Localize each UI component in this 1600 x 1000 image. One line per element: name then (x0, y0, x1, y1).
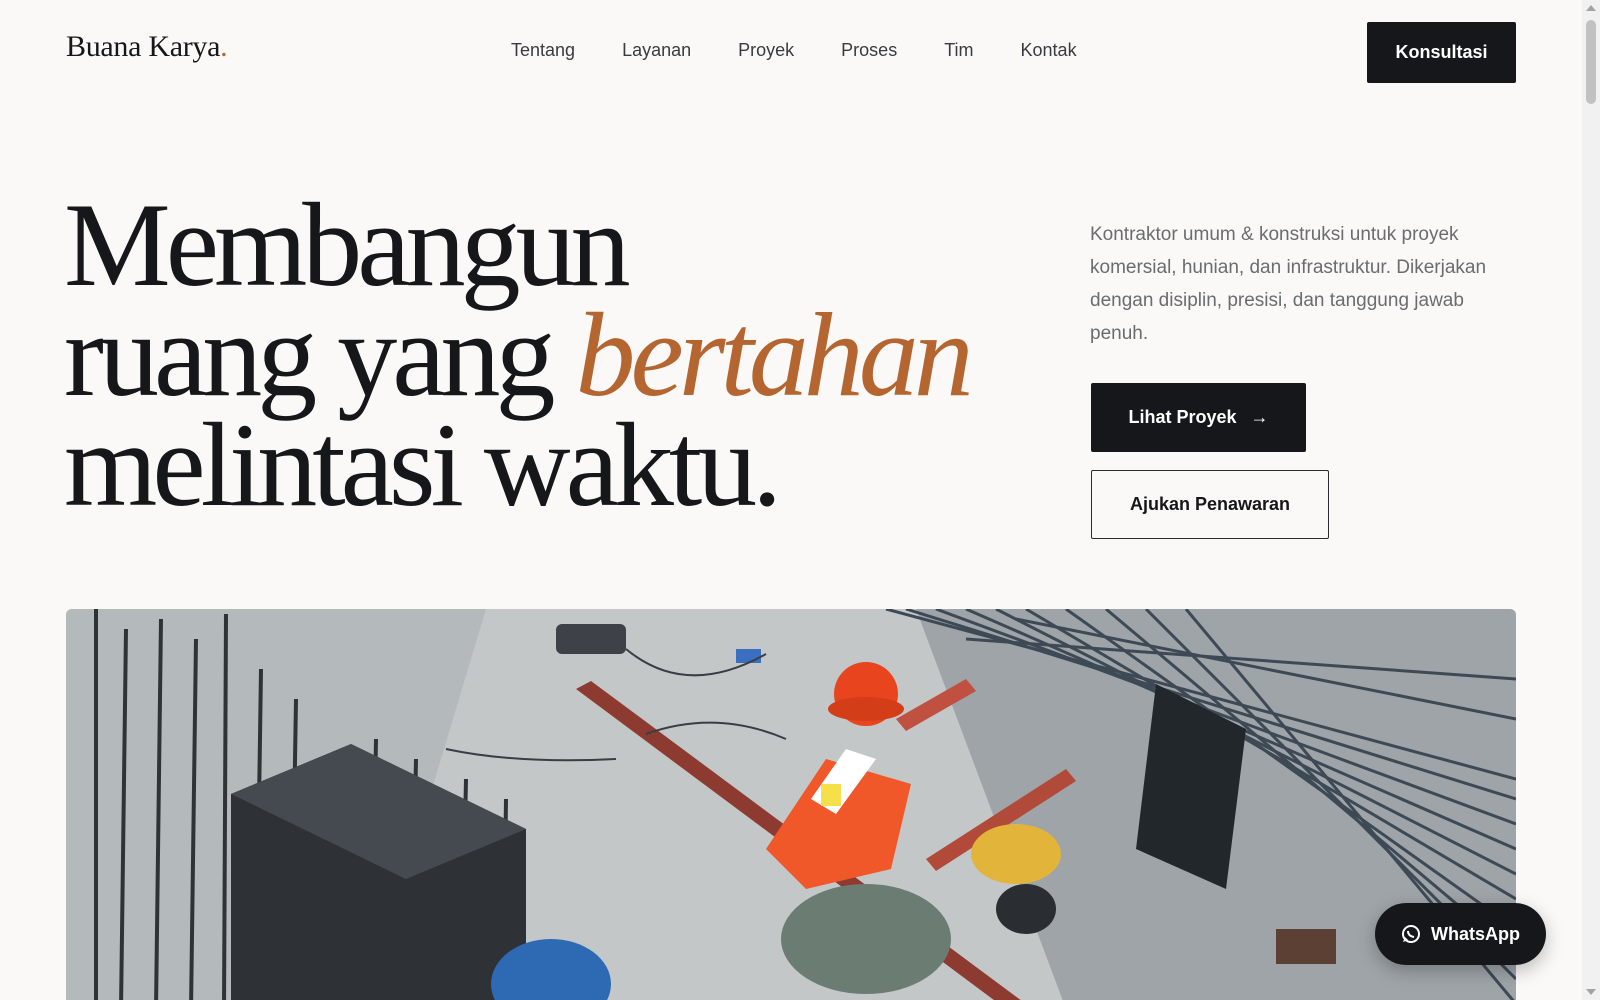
scroll-thumb[interactable] (1586, 20, 1596, 104)
consult-button[interactable]: Konsultasi (1367, 22, 1516, 83)
view-projects-label: Lihat Proyek (1128, 407, 1237, 427)
nav-item-layanan[interactable]: Layanan (622, 40, 691, 61)
logo-dot: . (220, 30, 228, 63)
whatsapp-label: WhatsApp (1431, 923, 1520, 944)
nav-item-tentang[interactable]: Tentang (511, 40, 575, 61)
whatsapp-icon (1402, 925, 1420, 943)
scroll-down-arrow-icon[interactable] (1586, 989, 1596, 995)
page: Buana Karya. Tentang Layanan Proyek Pros… (0, 0, 1582, 1000)
logo-text: Buana Karya (66, 30, 221, 63)
nav-item-proyek[interactable]: Proyek (738, 40, 794, 61)
nav-item-kontak[interactable]: Kontak (1021, 40, 1077, 61)
page-scrollbar[interactable] (1582, 0, 1600, 1000)
view-projects-button[interactable]: Lihat Proyek → (1091, 383, 1306, 452)
headline-line-2: ruang yang bertahan (64, 295, 974, 415)
logo[interactable]: Buana Karya. (66, 30, 228, 64)
headline-line-1: Membangun (64, 178, 631, 311)
site-header: Buana Karya. Tentang Layanan Proyek Pros… (0, 0, 1582, 105)
hero-headline: Membangun ruang yang bertahan melintasi … (64, 178, 974, 531)
nav-item-tim[interactable]: Tim (944, 40, 973, 61)
arrow-right-icon: → (1250, 407, 1269, 427)
hero-image (66, 609, 1516, 1000)
headline-line-3: melintasi waktu. (64, 398, 782, 531)
nav-item-proses[interactable]: Proses (841, 40, 897, 61)
hero-description: Kontraktor umum & konstruksi untuk proye… (1090, 224, 1487, 344)
main-nav: Tentang Layanan Proyek Proses Tim Kontak (511, 40, 1077, 61)
whatsapp-button[interactable]: WhatsApp (1375, 903, 1546, 965)
construction-site-illustration (66, 609, 1516, 1000)
scroll-up-arrow-icon[interactable] (1586, 5, 1596, 11)
request-quote-button[interactable]: Ajukan Penawaran (1091, 470, 1329, 539)
